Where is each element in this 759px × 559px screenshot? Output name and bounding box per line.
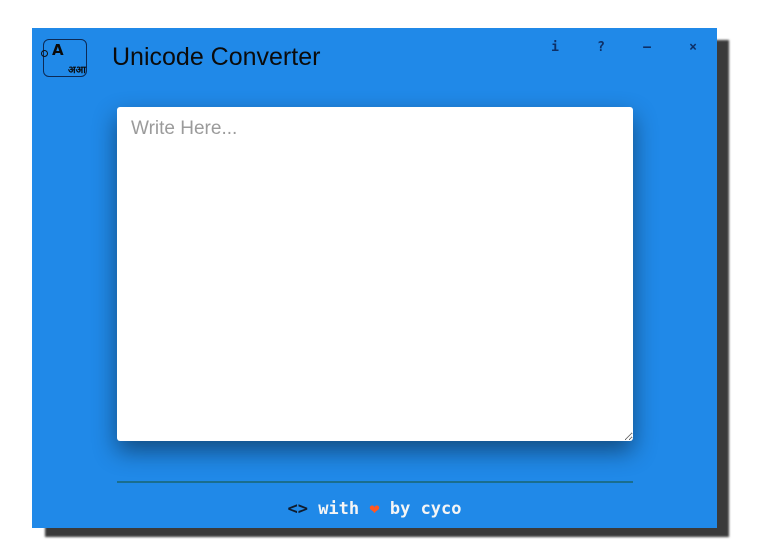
help-button[interactable]: ? — [589, 40, 613, 58]
logo-dot — [41, 50, 48, 57]
footer-divider — [117, 481, 633, 483]
app-window: A अआ Unicode Converter i ? — × <> with ❤… — [32, 28, 717, 528]
text-input-area[interactable] — [117, 107, 633, 441]
footer-author-text[interactable]: by cyco — [380, 499, 462, 519]
logo-latin-letter: A — [52, 41, 64, 59]
app-title: Unicode Converter — [112, 43, 321, 71]
logo-devanagari-letters: अआ — [68, 65, 86, 76]
footer-credit: <> with ❤ by cyco — [32, 499, 717, 519]
footer-with-text: with — [307, 499, 370, 519]
minimize-button[interactable]: — — [635, 40, 659, 58]
close-button[interactable]: × — [681, 40, 705, 58]
window-controls: i ? — × — [521, 40, 705, 58]
code-symbol: <> — [287, 499, 308, 519]
info-button[interactable]: i — [543, 40, 567, 58]
editor-container — [117, 107, 633, 441]
heart-icon: ❤ — [369, 499, 380, 519]
app-logo: A अआ — [41, 39, 87, 77]
